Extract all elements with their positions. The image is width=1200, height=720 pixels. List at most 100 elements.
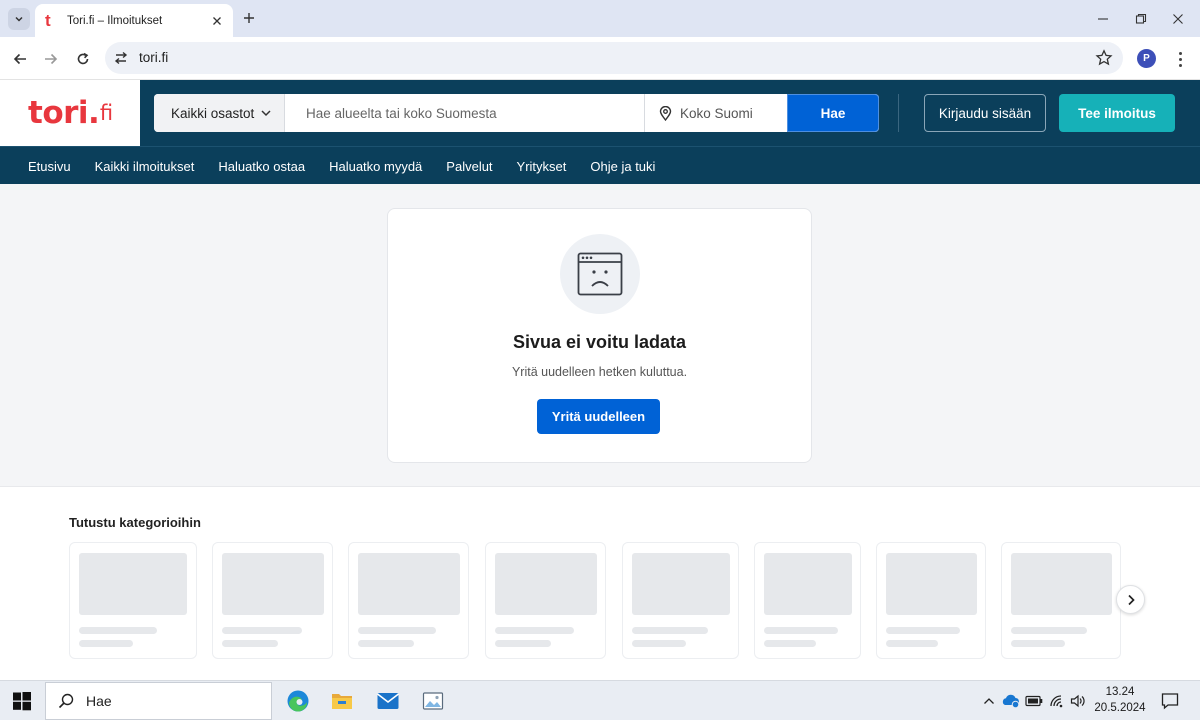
post-ad-button[interactable]: Tee ilmoitus (1059, 94, 1175, 132)
bookmark-star-icon[interactable] (1095, 49, 1113, 67)
category-card-skeleton[interactable] (348, 542, 469, 659)
address-bar[interactable]: tori.fi (105, 42, 1123, 74)
skeleton-line (632, 640, 686, 647)
tori-logo[interactable]: tori. fi (0, 80, 140, 146)
login-button[interactable]: Kirjaudu sisään (924, 94, 1046, 132)
header-divider (898, 94, 899, 132)
nav-item-palvelut[interactable]: Palvelut (446, 159, 492, 174)
search-bar: Kaikki osastot Koko Suomi Hae (154, 94, 879, 132)
onedrive-icon[interactable] (1001, 691, 1021, 711)
maximize-button[interactable] (1126, 6, 1156, 32)
logo-text: tori (28, 95, 89, 131)
new-tab-button[interactable] (239, 8, 259, 28)
mail-icon[interactable] (374, 687, 402, 715)
category-card-skeleton[interactable] (876, 542, 986, 659)
skeleton-line (222, 627, 302, 634)
skeleton-line (764, 627, 838, 634)
restore-icon (1135, 13, 1147, 24)
tab-search-button[interactable] (8, 8, 30, 30)
photos-icon[interactable] (419, 687, 447, 715)
windows-start-icon[interactable] (12, 691, 32, 711)
close-icon (1173, 14, 1183, 24)
tab-close-icon[interactable] (209, 13, 225, 29)
skeleton-line (358, 627, 436, 634)
browser-toolbar: tori.fi P (0, 37, 1200, 80)
skeleton-image (886, 553, 977, 615)
tori-favicon-icon: t (45, 10, 51, 30)
logo-dot: . (88, 95, 100, 131)
category-card-skeleton[interactable] (212, 542, 333, 659)
skeleton-line (222, 640, 278, 647)
nav-item-haluatko-myyda[interactable]: Haluatko myydä (329, 159, 422, 174)
main-nav: Etusivu Kaikki ilmoitukset Haluatko osta… (0, 146, 1200, 184)
skeleton-line (79, 640, 133, 647)
error-subtitle: Yritä uudelleen hetken kuluttua. (511, 365, 688, 379)
address-url: tori.fi (139, 50, 169, 65)
skeleton-image (764, 553, 852, 615)
location-pin-icon (659, 105, 672, 121)
department-label: Kaikki osastot (171, 105, 255, 121)
retry-button[interactable]: Yritä uudelleen (537, 399, 660, 434)
back-button[interactable] (7, 46, 33, 72)
skeleton-line (495, 640, 551, 647)
category-card-skeleton[interactable] (622, 542, 739, 659)
location-select[interactable]: Koko Suomi (644, 94, 787, 132)
search-input[interactable] (286, 94, 644, 132)
skeleton-line (632, 627, 708, 634)
nav-item-yritykset[interactable]: Yritykset (517, 159, 567, 174)
skeleton-line (79, 627, 157, 634)
battery-icon[interactable] (1024, 691, 1044, 711)
taskbar-search-text: Hae (86, 693, 112, 709)
arrow-right-icon (45, 53, 58, 65)
carousel-next-button[interactable] (1116, 585, 1145, 614)
department-select[interactable]: Kaikki osastot (154, 94, 285, 132)
windows-taskbar: Hae 13.24 20.5.2024 (0, 680, 1200, 720)
nav-item-kaikki-ilmoitukset[interactable]: Kaikki ilmoitukset (95, 159, 195, 174)
category-card-skeleton[interactable] (754, 542, 861, 659)
clock-date: 20.5.2024 (1094, 702, 1146, 714)
chevron-down-icon (261, 110, 271, 117)
tab-title: Tori.fi – Ilmoitukset (67, 14, 163, 27)
skeleton-line (1011, 640, 1065, 647)
nav-item-etusivu[interactable]: Etusivu (28, 159, 71, 174)
skeleton-line (764, 640, 816, 647)
close-window-button[interactable] (1163, 6, 1193, 32)
skeleton-image (495, 553, 597, 615)
category-card-skeleton[interactable] (485, 542, 606, 659)
minimize-icon (1098, 18, 1108, 20)
skeleton-image (1011, 553, 1112, 615)
system-clock[interactable]: 13.24 20.5.2024 (1093, 684, 1147, 716)
browser-menu-icon[interactable] (1172, 49, 1188, 69)
category-card-skeleton[interactable] (69, 542, 197, 659)
plus-icon (244, 13, 254, 23)
site-settings-icon[interactable] (113, 50, 129, 66)
minimize-button[interactable] (1088, 6, 1118, 32)
chevron-right-icon (1127, 594, 1135, 605)
search-button[interactable]: Hae (787, 94, 879, 132)
skeleton-image (222, 553, 324, 615)
browser-tab-active[interactable]: t Tori.fi – Ilmoitukset (35, 4, 233, 37)
file-explorer-icon[interactable] (328, 687, 356, 715)
arrow-left-icon (13, 53, 26, 65)
chevron-down-icon (15, 16, 23, 22)
edge-icon[interactable] (284, 687, 312, 715)
categories-section: Tutustu kategorioihin (0, 486, 1200, 680)
nav-item-ohje-ja-tuki[interactable]: Ohje ja tuki (590, 159, 655, 174)
forward-button[interactable] (38, 46, 64, 72)
categories-title: Tutustu kategorioihin (69, 515, 201, 530)
tray-expand-icon[interactable] (979, 691, 999, 711)
volume-icon[interactable] (1068, 691, 1088, 711)
skeleton-image (79, 553, 187, 615)
notification-center-icon[interactable] (1160, 691, 1180, 711)
skeleton-line (886, 640, 938, 647)
taskbar-search[interactable]: Hae (45, 682, 272, 720)
skeleton-image (632, 553, 730, 615)
skeleton-line (1011, 627, 1087, 634)
reload-button[interactable] (70, 46, 96, 72)
nav-item-haluatko-ostaa[interactable]: Haluatko ostaa (218, 159, 305, 174)
category-card-skeleton[interactable] (1001, 542, 1121, 659)
clock-time: 13.24 (1105, 686, 1135, 698)
reload-icon (77, 52, 89, 65)
profile-avatar[interactable]: P (1137, 49, 1156, 68)
wifi-icon[interactable] (1047, 691, 1067, 711)
